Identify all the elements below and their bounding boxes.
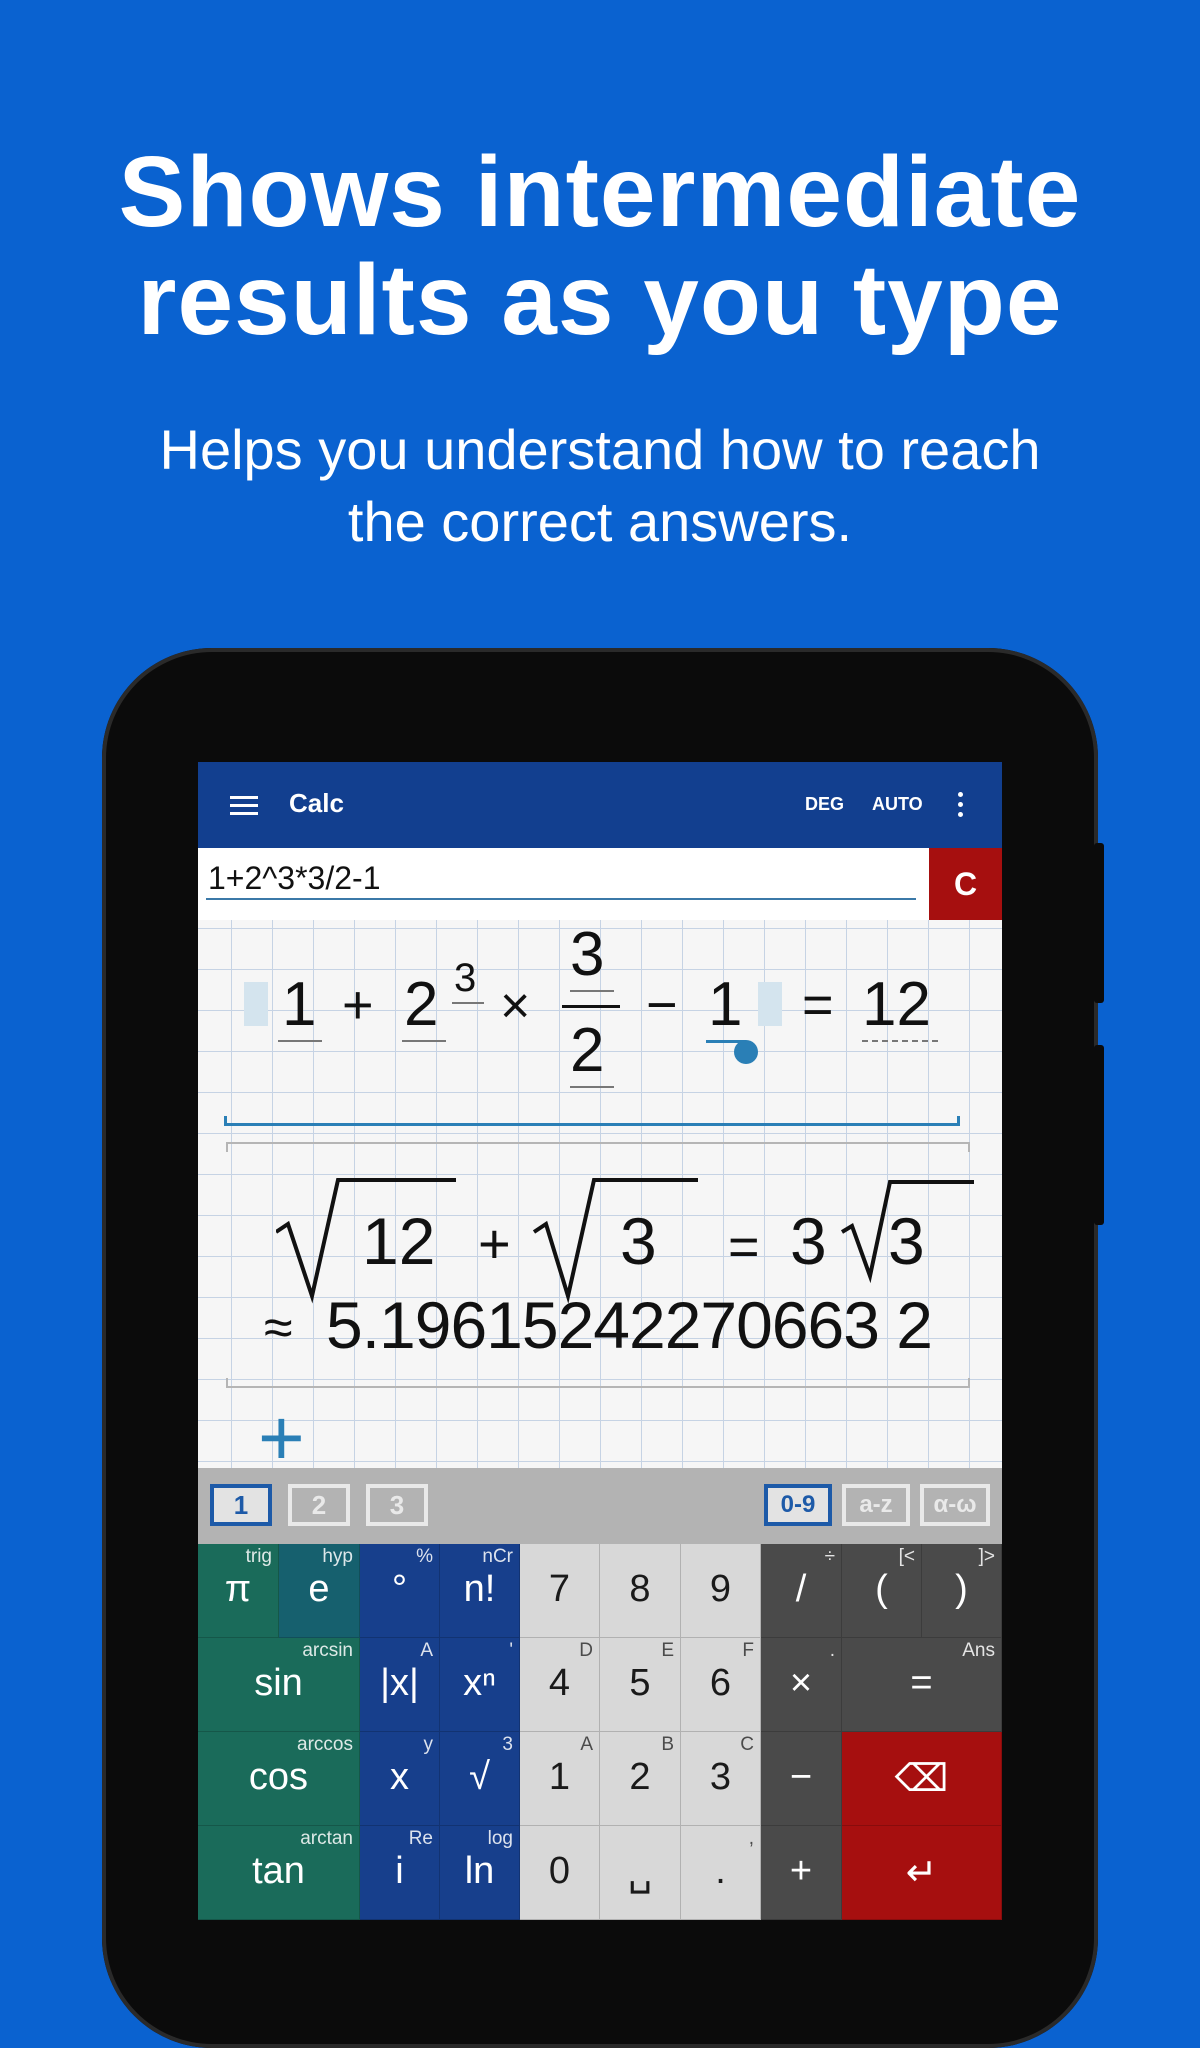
key-cos[interactable]: arccos cos (198, 1732, 360, 1826)
key-close-paren[interactable]: ]>) (922, 1544, 1002, 1638)
key-0[interactable]: 0 (520, 1826, 600, 1920)
power-exponent-underline (452, 1002, 484, 1004)
intermediate-result: 12 (862, 970, 931, 1039)
worksheet[interactable]: 1 + 2 3 × 3 2 − 1 = 12 12 + 3 = 3 3 ≈ 5.… (198, 920, 1002, 1478)
key-power[interactable]: ' xⁿ (440, 1638, 520, 1732)
key-i[interactable]: Re i (360, 1826, 440, 1920)
power-exponent: 3 (454, 956, 477, 1000)
fraction-numerator: 3 (570, 920, 605, 989)
expression-1-bracket (224, 1116, 960, 1126)
key-minus[interactable]: − (761, 1732, 842, 1826)
angle-mode-button[interactable]: DEG (805, 794, 844, 815)
exact-coefficient: 3 (790, 1204, 827, 1278)
format-mode-button[interactable]: AUTO (872, 794, 923, 815)
key-6[interactable]: F6 (681, 1638, 761, 1732)
keyboard-page-1-tab[interactable]: 1 (210, 1484, 272, 1526)
keyboard-tabs: 1 2 3 0-9 a-z α-ω (198, 1468, 1002, 1544)
enter-icon[interactable]: ↵ (842, 1826, 1002, 1920)
result-underline (862, 1040, 938, 1042)
key-degree[interactable]: % ° (360, 1544, 440, 1638)
key-3[interactable]: C3 (681, 1732, 761, 1826)
subline-line-1: Helps you understand how to reach (159, 418, 1041, 481)
expression-input[interactable]: 1+2^3*3/2-1 (206, 858, 916, 900)
promo-headline: Shows intermediate results as you type (0, 138, 1200, 354)
menu-icon[interactable] (230, 796, 258, 816)
more-options-icon[interactable] (958, 792, 964, 822)
cursor-handle[interactable] (734, 1040, 758, 1064)
keyboard-page-3-tab[interactable]: 3 (366, 1484, 428, 1526)
key-x[interactable]: yx (360, 1732, 440, 1826)
keyboard: trig π hyp e % ° nCr n! 7 8 9 ÷ / [<( ]>) arc… (198, 1544, 1002, 1920)
app-bar: Calc DEG AUTO (198, 762, 1002, 848)
numerator-underline (570, 990, 614, 992)
power-base-underline (402, 1040, 446, 1042)
input-row: 1+2^3*3/2-1 C (198, 848, 1002, 920)
power-base: 2 (404, 970, 439, 1039)
term: 1 (282, 970, 317, 1039)
keyboard-page-2-tab[interactable]: 2 (288, 1484, 350, 1526)
app-title: Calc (289, 788, 344, 818)
fraction-bar (562, 1005, 620, 1008)
key-e[interactable]: hyp e (279, 1544, 360, 1638)
key-5[interactable]: E5 (600, 1638, 681, 1732)
approx-value: 5.19615242270663 2 (326, 1288, 933, 1362)
space-icon[interactable]: ␣ (600, 1826, 681, 1920)
key-open-paren[interactable]: [<( (842, 1544, 922, 1638)
operator-plus: + (342, 975, 374, 1035)
clear-button[interactable]: C (929, 848, 1002, 920)
headline-line-2: results as you type (137, 244, 1063, 356)
key-multiply[interactable]: . × (761, 1638, 842, 1732)
term-last: 1 (708, 970, 743, 1039)
operator-minus: − (646, 975, 678, 1035)
key-2[interactable]: B2 (600, 1732, 681, 1826)
key-decimal[interactable]: ,. (681, 1826, 761, 1920)
subline-line-2: the correct answers. (347, 490, 853, 553)
key-divide[interactable]: ÷ / (761, 1544, 842, 1638)
key-pi[interactable]: trig π (198, 1544, 279, 1638)
equals-sign-2: = (728, 1217, 760, 1277)
key-7[interactable]: 7 (520, 1544, 600, 1638)
operator-plus-2: + (478, 1212, 511, 1275)
tablet-volume-button (1094, 843, 1104, 1003)
expression-2-bottom-bracket (226, 1378, 970, 1388)
key-equals[interactable]: Ans = (842, 1638, 1002, 1732)
keyboard-latin-tab[interactable]: a-z (842, 1484, 910, 1526)
key-4[interactable]: D4 (520, 1638, 600, 1732)
backspace-icon[interactable]: ⌫ (842, 1732, 1002, 1826)
term-underline (278, 1040, 322, 1042)
add-expression-button[interactable]: + (258, 1398, 305, 1478)
key-8[interactable]: 8 (600, 1544, 681, 1638)
key-1[interactable]: A1 (520, 1732, 600, 1826)
key-sin[interactable]: arcsin sin (198, 1638, 360, 1732)
equals-sign: = (802, 975, 834, 1035)
key-plus[interactable]: + (761, 1826, 842, 1920)
key-tan[interactable]: arctan tan (198, 1826, 360, 1920)
key-abs[interactable]: A |x| (360, 1638, 440, 1732)
cursor-placeholder (244, 982, 268, 1026)
fraction-denominator: 2 (570, 1016, 605, 1085)
expression-2-top-bracket (226, 1142, 970, 1152)
exact-radicand: 3 (888, 1204, 925, 1278)
radicand-1: 12 (362, 1204, 436, 1278)
tablet-power-button (1094, 1045, 1104, 1225)
cursor-placeholder-end (758, 982, 782, 1026)
promo-subline: Helps you understand how to reach the co… (0, 414, 1200, 558)
keyboard-digits-tab[interactable]: 0-9 (764, 1484, 832, 1526)
approx-sign: ≈ (264, 1299, 293, 1357)
key-sqrt[interactable]: 3 √ (440, 1732, 520, 1826)
key-9[interactable]: 9 (681, 1544, 761, 1638)
key-ln[interactable]: log ln (440, 1826, 520, 1920)
denominator-underline (570, 1086, 614, 1088)
app-screen: Calc DEG AUTO 1+2^3*3/2-1 C 1 + 2 3 × 3 … (198, 762, 1002, 1920)
radicand-2: 3 (620, 1204, 657, 1278)
headline-line-1: Shows intermediate (118, 136, 1082, 248)
key-factorial[interactable]: nCr n! (440, 1544, 520, 1638)
keyboard-greek-tab[interactable]: α-ω (920, 1484, 990, 1526)
operator-times: × (500, 977, 531, 1035)
